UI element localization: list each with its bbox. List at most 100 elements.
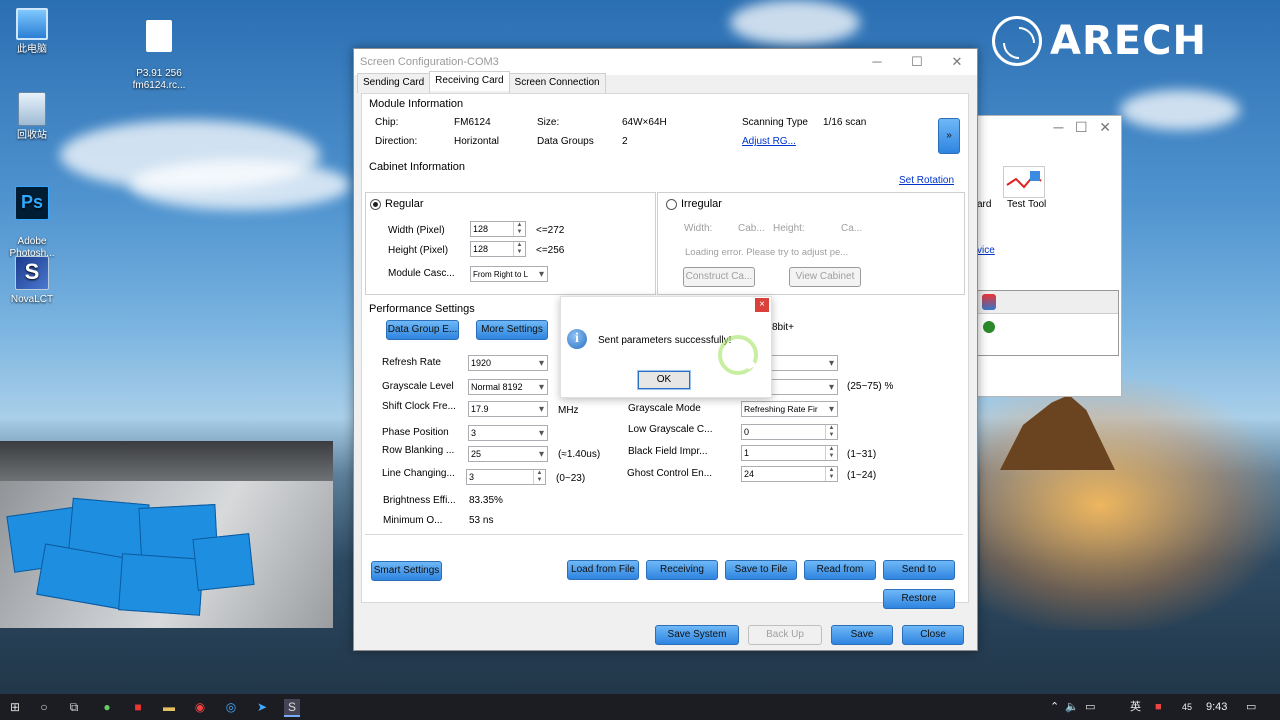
save-to-file-button[interactable]: Save to File (725, 560, 797, 580)
irregular-width-label: Width: (684, 223, 713, 234)
low-grayscale-input[interactable]: 0 ▲ ▼ (741, 424, 838, 440)
desktop-icon-file[interactable]: P3.91 256 fm6124.rc... (126, 8, 192, 104)
module-cascade-select[interactable]: From Right to L (470, 266, 548, 282)
adjust-rg-link[interactable]: Adjust RG... (742, 136, 796, 147)
background-link[interactable]: vice (977, 245, 995, 256)
telegram-icon[interactable]: ➤ (254, 699, 270, 715)
chrome-icon[interactable]: ◉ (192, 699, 208, 715)
back-up-terminal-button[interactable]: Back Up Termi... (748, 625, 822, 645)
clock[interactable]: 9:43 (1206, 699, 1227, 715)
photoshop-icon: Ps (15, 186, 49, 220)
dialog-ok-button[interactable]: OK (637, 370, 691, 390)
close-button[interactable]: Close (902, 625, 964, 645)
ime-indicator[interactable]: 英 (1130, 699, 1141, 715)
file-icon (146, 20, 172, 52)
data-groups-label: Data Groups (537, 136, 594, 147)
shift-clock-select[interactable]: 17.9 (468, 401, 548, 417)
more-settings-button[interactable]: More Settings (476, 320, 548, 340)
height-input[interactable]: 128 ▲ ▼ (470, 241, 526, 257)
send-to-button[interactable]: Send to Recei... (883, 560, 955, 580)
browser-icon[interactable]: ◎ (223, 699, 239, 715)
scan-label: Scanning Type (742, 117, 808, 128)
line-changing-label: Line Changing... (382, 468, 455, 479)
notification-icon[interactable]: ▭ (1246, 699, 1256, 715)
spinner-icon[interactable]: ▲ ▼ (825, 446, 837, 460)
expand-button[interactable]: » (938, 118, 960, 154)
desktop-icon-recycle-bin[interactable]: 回收站 (0, 92, 64, 142)
dialog-close-icon[interactable]: × (755, 298, 769, 312)
construct-cabinet-button[interactable]: Construct Ca... (683, 267, 755, 287)
security-icon[interactable]: ■ (1155, 699, 1162, 715)
background-window-titlebar: ─ ☐ ✕ (1053, 119, 1111, 135)
set-rotation-link[interactable]: Set Rotation (899, 175, 954, 186)
module-info-heading: Module Information (369, 98, 464, 110)
arech-logo: ARECH (992, 16, 1207, 66)
chip-label: Chip: (375, 117, 399, 128)
load-from-file-button[interactable]: Load from File (567, 560, 639, 580)
test-tool-label[interactable]: Test Tool (1007, 199, 1046, 210)
refresh-rate-select[interactable]: 1920 (468, 355, 548, 371)
irregular-section: Irregular Width: Cab... Height: Ca... Lo… (657, 192, 965, 295)
black-field-input[interactable]: 1 ▲ ▼ (741, 445, 838, 461)
module-panel (192, 533, 255, 591)
loading-error-text: Loading error. Please try to adjust pe..… (685, 247, 849, 258)
brightness-label: Brightness Effi... (383, 495, 456, 506)
ghost-control-input[interactable]: 24 ▲ ▼ (741, 466, 838, 482)
wechat-icon[interactable]: ● (99, 699, 115, 715)
app-icon[interactable]: ■ (130, 699, 146, 715)
phase-position-select[interactable]: 3 (468, 425, 548, 441)
grayscale-level-select[interactable]: Normal 8192 (468, 379, 548, 395)
smart-settings-button[interactable]: Smart Settings (371, 561, 442, 581)
receiving-card-button[interactable]: Receiving Car... (646, 560, 718, 580)
spinner-icon[interactable]: ▲ ▼ (825, 425, 837, 439)
info-icon: i (567, 329, 587, 349)
row-blanking-unit: (≈1.40us) (558, 449, 601, 460)
black-field-label: Black Field Impr... (628, 446, 708, 457)
radio-selected-icon (370, 198, 381, 210)
data-group-button[interactable]: Data Group E... (386, 320, 459, 340)
spinner-icon[interactable]: ▲ ▼ (513, 242, 525, 256)
taskbar: ⊞ ○ ⧉ ● ■ ▬ ◉ ◎ ➤ S ⌃ 🔈 ▭ 英 ■ 45 9:43 ▭ (0, 694, 1280, 720)
width-input[interactable]: 128 ▲ ▼ (470, 221, 526, 237)
maximize-button[interactable]: ☐ (897, 49, 937, 75)
direction-value: Horizontal (454, 136, 500, 147)
test-tool-icon[interactable] (1003, 166, 1045, 198)
row-blanking-select[interactable]: 25 (468, 446, 548, 462)
background-window[interactable]: ─ ☐ ✕ ard Test Tool vice (976, 115, 1122, 397)
grayscale-mode-select[interactable]: Refreshing Rate Fir (741, 401, 838, 417)
height-label: Height (Pixel) (388, 245, 449, 256)
minimize-button[interactable]: ─ (857, 49, 897, 75)
radio-unselected-icon (666, 198, 677, 210)
desktop-icon-novalct[interactable]: S NovaLCT (0, 256, 64, 306)
spinner-icon[interactable]: ▲ ▼ (825, 467, 837, 481)
desktop-icon-this-pc[interactable]: 此电脑 (0, 8, 64, 56)
line-changing-input[interactable]: 3 ▲ ▼ (466, 469, 546, 485)
irregular-radio[interactable]: Irregular (666, 198, 722, 210)
view-cabinet-button[interactable]: View Cabinet (789, 267, 861, 287)
search-icon[interactable]: ○ (36, 699, 52, 715)
task-view-icon[interactable]: ⧉ (66, 699, 82, 715)
tab-screen-connection[interactable]: Screen Connection (508, 73, 606, 93)
windows-start-icon[interactable]: ⊞ (7, 699, 23, 715)
height-limit: <=256 (536, 245, 565, 256)
regular-radio[interactable]: Regular (370, 198, 424, 210)
close-window-button[interactable]: ✕ (937, 49, 977, 75)
save-button[interactable]: Save (831, 625, 893, 645)
webcam-overlay (0, 441, 333, 628)
tray-extra[interactable]: 45 (1182, 699, 1192, 715)
desktop-icon-label: NovaLCT (10, 294, 54, 305)
save-system-config-button[interactable]: Save System Co... (655, 625, 739, 645)
spinner-icon[interactable]: ▲ ▼ (513, 222, 525, 236)
tab-receiving-card[interactable]: Receiving Card (429, 71, 510, 91)
regular-section: Regular Width (Pixel) 128 ▲ ▼ <=272 Height… (365, 192, 656, 295)
tray-icons[interactable]: ⌃ 🔈 ▭ (1050, 699, 1096, 715)
cloud (730, 0, 860, 45)
novalct-taskbar-icon[interactable]: S (284, 699, 300, 717)
file-explorer-icon[interactable]: ▬ (161, 699, 177, 715)
spinner-icon[interactable]: ▲ ▼ (533, 470, 545, 484)
read-from-button[interactable]: Read from Re... (804, 560, 876, 580)
tab-sending-card[interactable]: Sending Card (357, 73, 431, 93)
restore-factory-button[interactable]: Restore Facto... (883, 589, 955, 609)
desktop-icon-label: 回收站 (17, 130, 47, 141)
shift-clock-label: Shift Clock Fre... (382, 401, 456, 412)
